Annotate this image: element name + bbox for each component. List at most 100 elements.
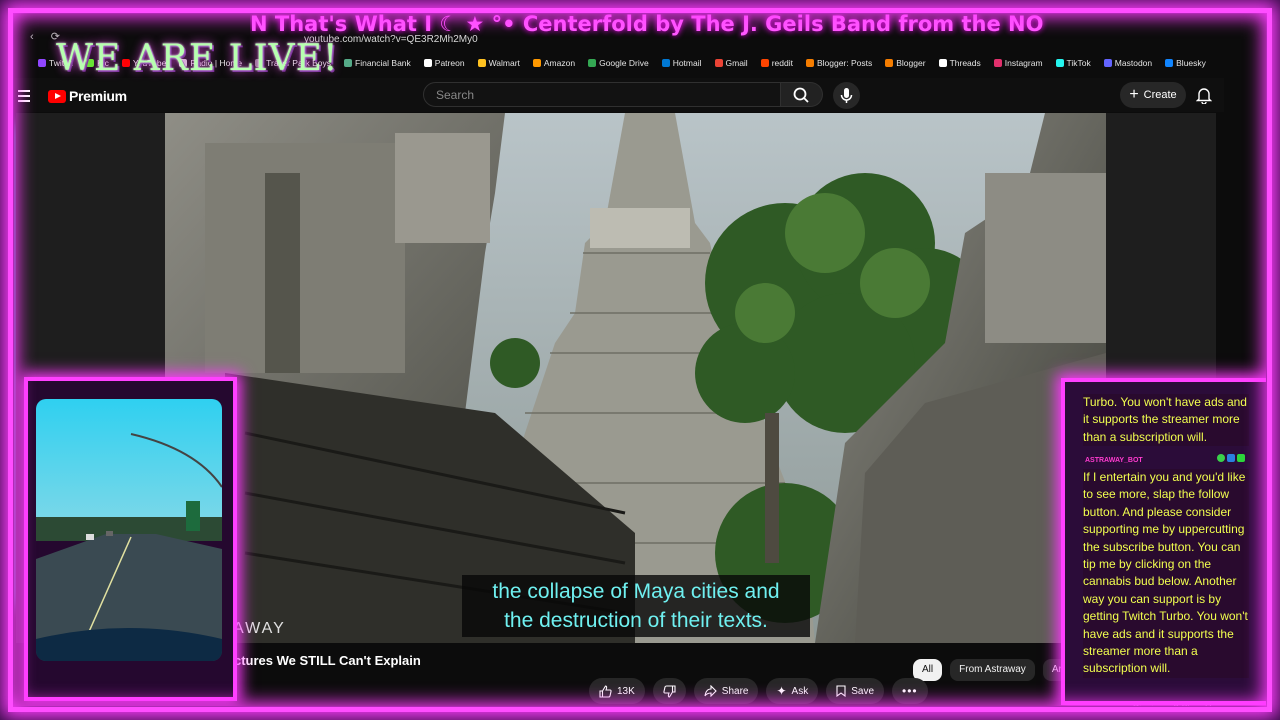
bookmark-item[interactable]: Gmail <box>714 56 748 70</box>
bookmark-label: Bluesky <box>1176 58 1206 68</box>
live-banner: WE ARE LIVE! <box>56 38 339 79</box>
create-button[interactable]: + Create <box>1120 82 1186 108</box>
bookmark-label: Amazon <box>543 58 576 68</box>
thumbs-down-icon <box>663 684 676 698</box>
bookmark-label: Mastodon <box>1114 58 1153 68</box>
badge-check-icon <box>1237 454 1245 462</box>
bookmark-favicon-icon <box>532 59 541 67</box>
player-letterbox-right <box>1106 113 1216 383</box>
bookmark-label: Google Drive <box>599 58 649 68</box>
bookmark-label: reddit <box>771 58 793 68</box>
bookmark-label: Patreon <box>434 58 465 68</box>
bookmark-item[interactable]: Instagram <box>993 56 1043 70</box>
back-icon[interactable]: ‹ <box>30 31 34 43</box>
voice-search-button[interactable] <box>833 82 860 109</box>
save-button[interactable]: Save <box>826 678 885 704</box>
plus-icon: + <box>1129 86 1139 103</box>
more-icon: ••• <box>902 684 918 698</box>
bookmark-favicon-icon <box>714 59 723 67</box>
bookmark-favicon-icon <box>344 59 353 67</box>
search-icon <box>793 87 809 103</box>
bookmark-item[interactable]: Walmart <box>477 56 520 70</box>
bookmark-favicon-icon <box>1055 59 1064 67</box>
video-actions: 13K Share ✦ Ask Save ••• <box>589 678 928 704</box>
video-frame-maya-temple <box>165 113 1106 643</box>
share-button[interactable]: Share <box>693 678 759 704</box>
menu-icon[interactable] <box>18 90 30 105</box>
bookmark-label: Gmail <box>725 58 748 68</box>
bookmark-item[interactable]: Amazon <box>532 56 576 70</box>
bookmark-favicon-icon <box>38 59 46 67</box>
bookmark-item[interactable]: Threads <box>938 56 981 70</box>
bookmark-favicon-icon <box>588 59 597 67</box>
bookmark-label: Blogger <box>896 58 926 68</box>
stream-chat-overlay: Turbo. You won't have ads and it support… <box>1061 378 1270 705</box>
ask-button[interactable]: ✦ Ask <box>766 678 819 704</box>
save-label: Save <box>851 685 875 697</box>
bookmark-favicon-icon <box>938 59 947 67</box>
now-playing-marquee: N That's What I ☾ ★ °• Centerfold by The… <box>250 12 1044 36</box>
youtube-logo[interactable]: Premium <box>48 88 127 104</box>
thumbs-up-icon <box>599 684 612 698</box>
webcam-overlay <box>24 377 237 701</box>
bookmark-favicon-icon <box>993 59 1002 67</box>
search-input[interactable]: Search <box>423 82 781 107</box>
dislike-button[interactable] <box>652 678 686 704</box>
chat-badges <box>1217 454 1245 462</box>
chat-username: ASTRAWAY_BOT <box>1085 457 1143 464</box>
bookmark-label: TikTok <box>1066 58 1091 68</box>
bookmark-label: Financial Bank <box>355 58 411 68</box>
bookmark-item[interactable]: TikTok <box>1055 56 1091 70</box>
bookmark-favicon-icon <box>805 59 814 67</box>
bookmark-favicon-icon <box>1165 59 1174 67</box>
bookmark-favicon-icon <box>423 59 432 67</box>
filter-chip[interactable]: From Astraway <box>950 659 1035 681</box>
bookmark-favicon-icon <box>477 59 486 67</box>
badge-blue-icon <box>1227 454 1235 462</box>
dashcam-highway-scene <box>36 399 222 661</box>
bookmark-item[interactable]: Blogger <box>885 56 926 70</box>
bookmark-item[interactable]: Google Drive <box>588 56 649 70</box>
bookmark-favicon-icon <box>885 59 894 67</box>
create-label: Create <box>1143 89 1177 101</box>
bookmark-item[interactable]: Mastodon <box>1103 56 1153 70</box>
bookmark-item[interactable]: Patreon <box>423 56 465 70</box>
microphone-icon <box>840 88 853 103</box>
caption-line-2: the destruction of their texts. <box>504 609 768 632</box>
video-title: ctures We STILL Can't Explain <box>234 653 421 668</box>
bookmark-favicon-icon <box>760 59 769 67</box>
caption-line-1: the collapse of Maya cities and <box>492 580 780 603</box>
bookmark-item[interactable]: Blogger: Posts <box>805 56 873 70</box>
bookmark-label: Instagram <box>1004 58 1043 68</box>
bookmark-item[interactable]: Financial Bank <box>344 56 411 70</box>
more-actions-button[interactable]: ••• <box>892 678 928 704</box>
like-count: 13K <box>617 685 635 697</box>
bookmark-favicon-icon <box>1103 59 1112 67</box>
bookmark-icon <box>836 685 846 697</box>
share-label: Share <box>721 685 749 697</box>
bookmark-label: Threads <box>949 58 981 68</box>
chat-message-1: Turbo. You won't have ads and it support… <box>1083 394 1249 447</box>
ask-label: Ask <box>791 685 809 697</box>
bookmark-favicon-icon <box>661 59 670 67</box>
sparkle-icon: ✦ <box>776 684 787 698</box>
badge-green-icon <box>1217 454 1225 462</box>
bookmark-label: Walmart <box>488 58 520 68</box>
neon-left-glow <box>0 130 6 600</box>
youtube-brand-label: Premium <box>69 88 127 104</box>
share-icon <box>704 685 717 697</box>
video-player[interactable] <box>165 113 1106 643</box>
bookmark-item[interactable]: reddit <box>760 56 793 70</box>
search-button[interactable] <box>781 82 823 107</box>
bookmark-label: Blogger: Posts <box>816 58 873 68</box>
webcam-feed <box>36 399 222 661</box>
bookmark-item[interactable]: Hotmail <box>661 56 702 70</box>
youtube-play-icon <box>48 89 66 103</box>
bookmark-label: Hotmail <box>672 58 702 68</box>
notifications-icon[interactable] <box>1195 86 1213 109</box>
chat-message-2: If I entertain you and you'd like to see… <box>1083 469 1249 678</box>
video-caption: the collapse of Maya cities and the dest… <box>462 575 810 637</box>
bookmark-item[interactable]: Bluesky <box>1165 56 1206 70</box>
like-button[interactable]: 13K <box>589 678 645 704</box>
channel-watermark: AWAY <box>233 620 286 637</box>
